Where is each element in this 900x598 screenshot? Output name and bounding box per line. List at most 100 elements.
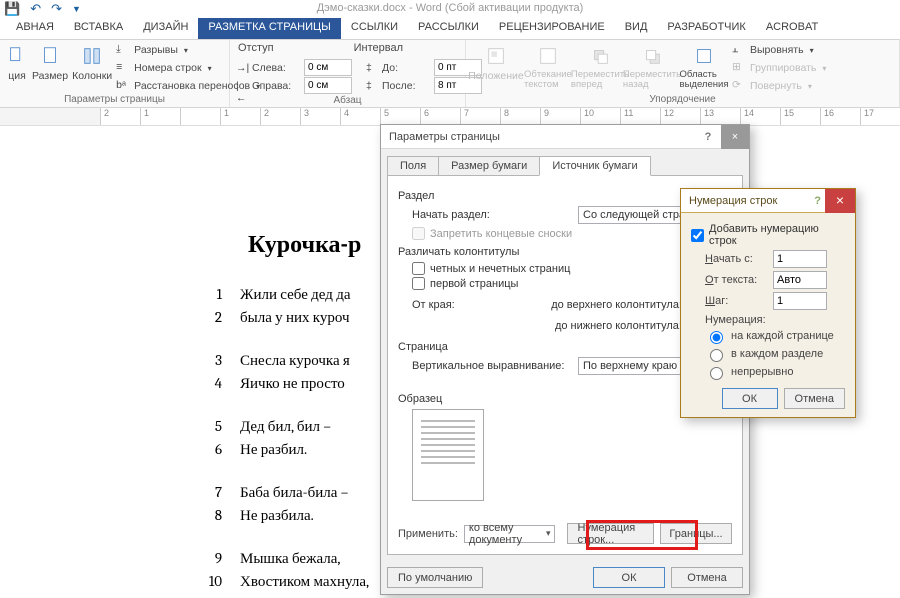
ok-button[interactable]: ОК (593, 567, 665, 588)
ruler-tick: 11 (620, 108, 660, 125)
dlg-tab-layout[interactable]: Источник бумаги (539, 156, 650, 176)
send-backward-button[interactable]: Переместить назад (628, 42, 676, 90)
ribbon: ция Размер Колонки ⤓Разрывы▾ ≡Номера стр… (0, 40, 900, 108)
line-number: 7 (200, 483, 240, 502)
tab-mailings[interactable]: РАССЫЛКИ (408, 18, 489, 39)
forward-icon (589, 45, 611, 67)
line-text: Не разбила. (240, 506, 314, 525)
ruler-tick: 3 (300, 108, 340, 125)
cancel-button-ln[interactable]: Отмена (784, 388, 845, 409)
each-section-radio[interactable] (710, 349, 723, 362)
from-text-input[interactable] (773, 271, 827, 289)
backward-icon (641, 45, 663, 67)
selection-pane-button[interactable]: Область выделения (680, 42, 728, 90)
ruler-tick: 1 (140, 108, 180, 125)
tab-insert[interactable]: ВСТАВКА (64, 18, 133, 39)
tab-developer[interactable]: РАЗРАБОТЧИК (657, 18, 755, 39)
ruler-tick: 8 (500, 108, 540, 125)
default-button[interactable]: По умолчанию (387, 567, 483, 588)
ruler-tick: 2 (100, 108, 140, 125)
apply-to-select[interactable]: ко всему документу (464, 525, 555, 543)
indent-right-icon: |← (236, 80, 248, 92)
columns-button[interactable]: Колонки (72, 42, 112, 82)
align-button[interactable]: ⫠Выровнять▾ (732, 42, 826, 58)
tab-references[interactable]: ССЫЛКИ (341, 18, 408, 39)
ruler-tick: 4 (340, 108, 380, 125)
highlight-box (586, 520, 698, 550)
help-button[interactable]: ? (699, 131, 717, 143)
line-text: Яичко не просто (240, 374, 345, 393)
line-text: Дед бил, бил – (240, 417, 331, 436)
line-numbers-title: Нумерация строк (689, 195, 777, 207)
indent-left-input[interactable] (304, 59, 352, 76)
orientation-icon (6, 45, 28, 67)
bring-forward-button[interactable]: Переместить вперед (576, 42, 624, 90)
tab-home[interactable]: АВНАЯ (6, 18, 64, 39)
line-text: Снесла курочка я (240, 351, 350, 370)
help-button-ln[interactable]: ? (814, 195, 821, 207)
each-page-radio[interactable] (710, 331, 723, 344)
orientation-button[interactable]: ция (6, 42, 28, 82)
hyphenation-icon: bᵃ (116, 79, 130, 93)
group-button[interactable]: ⊞Группировать▾ (732, 60, 826, 76)
qat-dropdown-icon[interactable]: ▼ (72, 2, 81, 16)
ruler-tick: 13 (700, 108, 740, 125)
ruler-tick: 10 (580, 108, 620, 125)
ruler-tick: 7 (460, 108, 500, 125)
size-icon (39, 45, 61, 67)
size-button[interactable]: Размер (32, 42, 68, 82)
tab-design[interactable]: ДИЗАЙН (133, 18, 198, 39)
close-button[interactable]: × (721, 125, 749, 149)
selection-icon (693, 45, 715, 67)
ruler-tick: 17 (860, 108, 900, 125)
ruler-tick: 12 (660, 108, 700, 125)
wrap-button[interactable]: Обтекание текстом (524, 42, 572, 90)
line-text: Баба била-била – (240, 483, 348, 502)
columns-icon (81, 45, 103, 67)
line-number: 6 (200, 440, 240, 459)
tab-acrobat[interactable]: ACROBAT (756, 18, 828, 39)
position-icon (485, 45, 507, 67)
odd-even-check[interactable] (412, 262, 425, 275)
line-number: 8 (200, 506, 240, 525)
line-text: Жили себе дед да (240, 285, 350, 304)
ruler-tick (180, 108, 220, 125)
dlg-tab-margins[interactable]: Поля (387, 156, 439, 176)
step-input[interactable] (773, 292, 827, 310)
space-after-icon: ‡ (366, 80, 378, 92)
line-text: была у них куроч (240, 308, 350, 327)
cancel-button[interactable]: Отмена (671, 567, 743, 588)
start-at-input[interactable] (773, 250, 827, 268)
ruler-tick: 15 (780, 108, 820, 125)
preview (412, 409, 484, 501)
save-icon[interactable]: 💾 (4, 2, 20, 16)
group-icon: ⊞ (732, 61, 746, 75)
ok-button-ln[interactable]: ОК (722, 388, 778, 409)
tab-page-layout[interactable]: РАЗМЕТКА СТРАНИЦЫ (198, 18, 340, 39)
redo-icon[interactable]: ↷ (51, 2, 62, 16)
undo-icon[interactable]: ↶ (30, 2, 41, 16)
group-paragraph: Абзац (236, 95, 459, 108)
indent-right-input[interactable] (304, 77, 352, 94)
close-button-ln[interactable]: × (825, 189, 855, 213)
space-before-icon: ‡ (366, 62, 378, 74)
continuous-radio[interactable] (710, 367, 723, 380)
dlg-tab-paper[interactable]: Размер бумаги (438, 156, 540, 176)
align-icon: ⫠ (732, 43, 746, 57)
ruler-tick: 16 (820, 108, 860, 125)
group-arrange: Упорядочение (472, 94, 893, 107)
line-text: Хвостиком махнула, (240, 572, 369, 591)
add-line-numbers-check[interactable] (691, 229, 704, 242)
suppress-endnotes-check (412, 227, 425, 240)
break-icon: ⤓ (116, 43, 130, 57)
group-page-params: Параметры страницы (6, 94, 223, 107)
tab-review[interactable]: РЕЦЕНЗИРОВАНИЕ (489, 18, 615, 39)
line-numbers-icon: ≡ (116, 61, 130, 75)
position-button[interactable]: Положение (472, 42, 520, 82)
spacing-label: Интервал (354, 42, 403, 54)
rotate-button[interactable]: ⟳Повернуть▾ (732, 78, 826, 94)
rotate-icon: ⟳ (732, 79, 746, 93)
first-page-check[interactable] (412, 277, 425, 290)
tab-view[interactable]: ВИД (615, 18, 658, 39)
ruler-tick: 14 (740, 108, 780, 125)
